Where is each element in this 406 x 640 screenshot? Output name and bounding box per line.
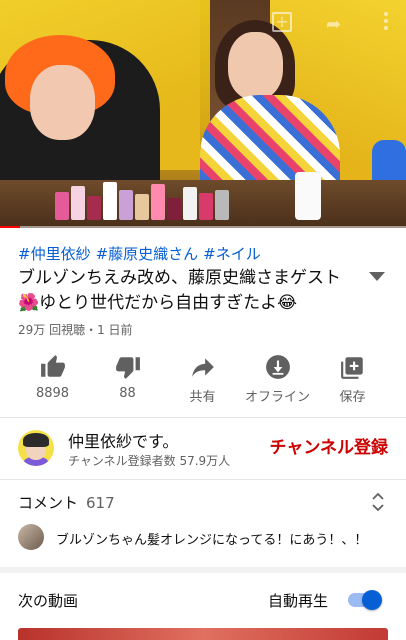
- share-icon: [191, 358, 214, 377]
- autoplay-toggle[interactable]: [348, 590, 384, 610]
- channel-avatar[interactable]: [18, 430, 54, 466]
- channel-name[interactable]: 仲里依紗です。: [68, 428, 178, 452]
- subscriber-count: チャンネル登録者数 57.9万人: [68, 454, 231, 468]
- more-options-icon[interactable]: [384, 12, 388, 33]
- up-next-label: 次の動画: [18, 592, 79, 610]
- channel-row[interactable]: 仲里依紗です。 チャンネル登録者数 57.9万人 チャンネル登録: [0, 418, 406, 480]
- comment-text: ブルゾンちゃん髪オレンジになってる！にあう！、！: [56, 533, 368, 548]
- comments-count: 617: [86, 494, 115, 512]
- save-button[interactable]: 保存: [315, 350, 390, 412]
- video-title[interactable]: ブルゾンちえみ改め、藤原史織さまゲスト🌺ゆとり世代だから自由すぎたよ😂: [18, 266, 358, 316]
- thumbs-up-icon: [40, 355, 65, 377]
- video-share-icon[interactable]: ➦: [326, 14, 341, 35]
- subscribe-button[interactable]: チャンネル登録: [270, 433, 389, 458]
- hashtags: #仲里依紗 #藤原史織さん #ネイル: [18, 243, 266, 264]
- comments-header[interactable]: コメント 617: [18, 492, 115, 513]
- video-person-right-face: [228, 32, 283, 100]
- video-progress-bar[interactable]: [0, 226, 406, 228]
- share-button[interactable]: 共有: [165, 350, 240, 412]
- autoplay-toggle-knob: [362, 590, 382, 610]
- video-player[interactable]: + ➦: [0, 0, 406, 228]
- comments-heading: コメント: [18, 494, 79, 512]
- hashtag-link[interactable]: #ネイル: [203, 245, 261, 263]
- like-button[interactable]: 8898: [15, 350, 90, 412]
- action-bar: 8898 88 共有 オフライン 保存: [0, 350, 406, 412]
- unfold-more-icon[interactable]: [370, 492, 386, 512]
- next-video-thumbnail[interactable]: [18, 628, 388, 640]
- section-divider: [0, 567, 406, 573]
- top-comment[interactable]: ブルゾンちゃん髪オレンジになってる！にあう！、！: [18, 524, 398, 554]
- thumbs-down-icon: [115, 357, 140, 379]
- video-progress-fill: [0, 226, 21, 228]
- video-nail-polish-bottles: [55, 172, 321, 220]
- like-count: 8898: [35, 386, 70, 401]
- expand-description-icon[interactable]: [369, 272, 385, 281]
- offline-download-button[interactable]: オフライン: [240, 350, 315, 412]
- offline-label: オフライン: [244, 390, 310, 405]
- add-to-playlist-icon: [340, 357, 363, 379]
- commenter-avatar: [18, 524, 44, 550]
- download-icon: [265, 355, 290, 379]
- share-label: 共有: [189, 390, 216, 405]
- autoplay-label: 自動再生: [268, 592, 329, 610]
- dislike-count: 88: [119, 386, 136, 401]
- save-label: 保存: [339, 390, 366, 405]
- dislike-button[interactable]: 88: [90, 350, 165, 412]
- hashtag-link[interactable]: #藤原史織さん: [96, 245, 199, 263]
- hashtag-link[interactable]: #仲里依紗: [18, 245, 91, 263]
- divider: [0, 479, 406, 480]
- add-to-queue-icon[interactable]: +: [272, 12, 292, 32]
- view-count-and-date: 29万 回視聴・1 日前: [18, 323, 133, 337]
